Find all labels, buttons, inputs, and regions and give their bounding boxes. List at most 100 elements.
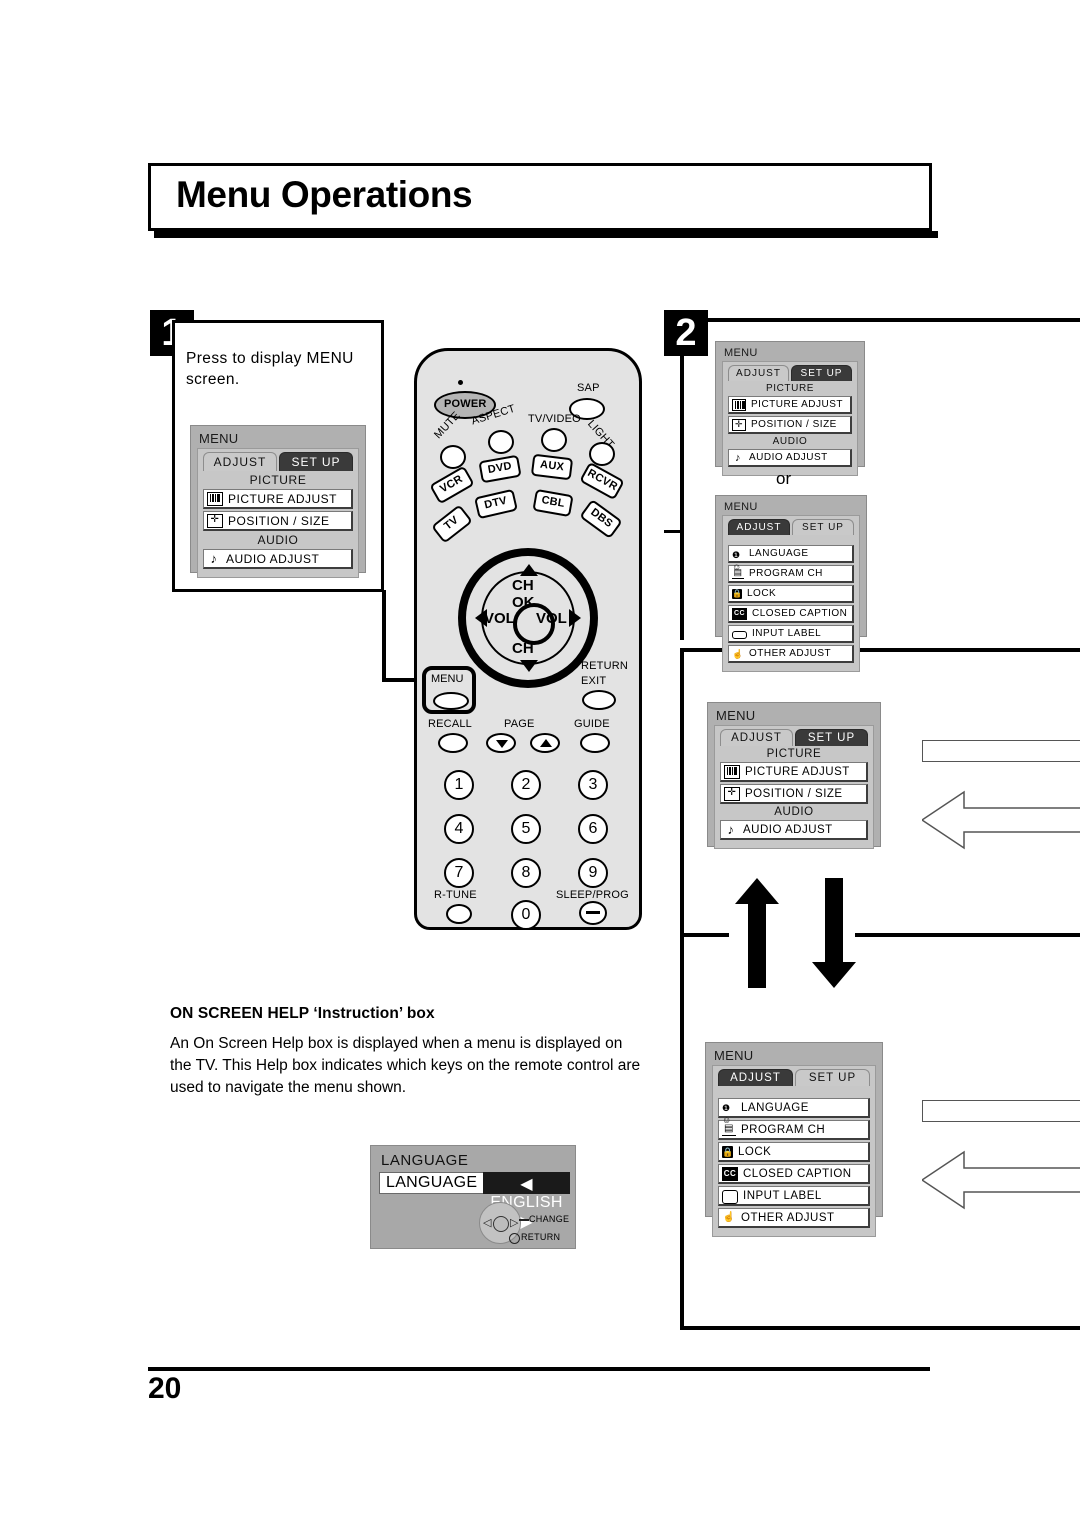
language-value[interactable]: ◀ ENGLISH ▶: [483, 1172, 570, 1231]
menu-item-label: POSITION / SIZE: [745, 787, 843, 800]
tab-adjust[interactable]: ADJUST: [728, 365, 789, 381]
return-exit-button[interactable]: [582, 690, 616, 710]
menu-item-label: OTHER ADJUST: [749, 648, 832, 659]
language-box-title: LANGUAGE: [381, 1152, 469, 1169]
step2-branch-tick: [664, 530, 684, 533]
page-title: Menu Operations: [176, 174, 473, 215]
osd-inner: ADJUST SET UP ❶☺ LANGUAGE ▤ PROGRAM CH 🔒…: [712, 1065, 876, 1237]
guide-label: GUIDE: [574, 718, 610, 730]
menu-item-picture-adjust[interactable]: PICTURE ADJUST: [728, 396, 852, 414]
numpad-4[interactable]: 4: [444, 814, 474, 844]
menu-item-position-size[interactable]: ✛ POSITION / SIZE: [203, 511, 353, 531]
menu-item-position-size[interactable]: ✛ POSITION / SIZE: [728, 416, 852, 434]
tab-setup[interactable]: SET UP: [795, 1069, 870, 1086]
menu-button[interactable]: MENU: [422, 666, 476, 714]
osd-menu-adjust-step2-a: MENU ADJUST SET UP PICTURE PICTURE ADJUS…: [715, 341, 865, 476]
music-note-icon: ♪: [727, 821, 735, 837]
aspect-button[interactable]: [488, 430, 514, 454]
nav-up-arrow-icon[interactable]: [520, 564, 538, 576]
r-tune-button[interactable]: [446, 904, 472, 924]
menu-item-program-ch[interactable]: ▤ PROGRAM CH: [718, 1120, 870, 1140]
tab-setup[interactable]: SET UP: [795, 729, 868, 746]
menu-button-label: MENU: [431, 673, 464, 685]
menu-button-cap: [433, 692, 469, 710]
tab-setup[interactable]: SET UP: [279, 452, 353, 471]
hand-pointer-icon: ☝: [732, 648, 744, 659]
menu-item-picture-adjust[interactable]: PICTURE ADJUST: [720, 762, 868, 782]
tv-video-button[interactable]: [541, 428, 567, 452]
guide-button[interactable]: [580, 733, 610, 753]
dpad-center-icon: [493, 1216, 509, 1232]
language-setting-row[interactable]: LANGUAGE ◀ ENGLISH ▶: [379, 1172, 570, 1231]
numpad-7[interactable]: 7: [444, 858, 474, 888]
numpad-6[interactable]: 6: [578, 814, 608, 844]
numpad-5[interactable]: 5: [511, 814, 541, 844]
osd-tabs: ADJUST SET UP: [720, 729, 868, 746]
tv-video-label: TV/VIDEO: [528, 413, 581, 425]
nav-right-arrow-icon[interactable]: [569, 609, 581, 627]
input-label-icon: [732, 631, 747, 639]
osd-menu-adjust-step1: MENU ADJUST SET UP PICTURE PICTURE ADJUS…: [190, 425, 366, 578]
lock-icon: 🔒: [732, 588, 743, 599]
tab-setup[interactable]: SET UP: [791, 365, 852, 381]
picture-bars-icon: [724, 764, 740, 779]
tab-adjust[interactable]: ADJUST: [718, 1069, 793, 1086]
menu-item-label: CLOSED CAPTION: [752, 608, 848, 619]
menu-item-label: AUDIO ADJUST: [749, 452, 828, 463]
picture-bars-icon: [207, 491, 223, 506]
input-label-icon: [722, 1189, 738, 1204]
program-ch-icon: ▤: [722, 1123, 736, 1136]
help-change-connector: [519, 1219, 529, 1221]
language-help-box: LANGUAGE LANGUAGE ◀ ENGLISH ▶ ◁ ▷ CHANGE…: [370, 1145, 576, 1249]
recall-button[interactable]: [438, 733, 468, 753]
numpad-0[interactable]: 0: [511, 900, 541, 930]
down-arrow-icon: [812, 878, 856, 988]
menu-item-label: AUDIO ADJUST: [226, 551, 320, 566]
numpad-9[interactable]: 9: [578, 858, 608, 888]
menu-item-closed-caption[interactable]: CC CLOSED CAPTION: [728, 605, 854, 623]
section-heading-picture: PICTURE: [766, 748, 822, 760]
or-separator-label: or: [776, 469, 792, 488]
menu-item-other-adjust[interactable]: ☝ OTHER ADJUST: [728, 645, 854, 663]
menu-item-other-adjust[interactable]: ☝ OTHER ADJUST: [718, 1208, 870, 1228]
menu-item-position-size[interactable]: ✛ POSITION / SIZE: [720, 784, 868, 804]
help-return-label: RETURN: [521, 1232, 561, 1242]
menu-item-program-ch[interactable]: ▤ PROGRAM CH: [728, 565, 854, 583]
nav-down-arrow-icon[interactable]: [520, 660, 538, 672]
menu-item-language[interactable]: ❶☺ LANGUAGE: [728, 545, 854, 572]
numpad-1[interactable]: 1: [444, 770, 474, 800]
step2-branch-left-stub: [684, 933, 729, 937]
hand-pointer-icon: ☝: [722, 1211, 736, 1223]
power-label: POWER: [444, 398, 487, 410]
tab-setup[interactable]: SET UP: [792, 519, 854, 535]
language-left-arrow-icon[interactable]: ◀: [520, 1176, 533, 1193]
menu-item-language[interactable]: ❶☺ LANGUAGE: [718, 1098, 870, 1125]
connector-step1-vertical: [382, 590, 386, 682]
light-button[interactable]: [589, 442, 615, 466]
tab-adjust[interactable]: ADJUST: [720, 729, 793, 746]
device-key-aux[interactable]: AUX: [530, 453, 574, 481]
mute-button[interactable]: [440, 445, 466, 469]
menu-item-audio-adjust[interactable]: ♪ AUDIO ADJUST: [720, 820, 868, 840]
menu-item-audio-adjust[interactable]: ♪ AUDIO ADJUST: [203, 549, 353, 569]
navigation-ring[interactable]: CH OK VOL VOL CH: [458, 548, 598, 688]
numpad-3[interactable]: 3: [578, 770, 608, 800]
menu-item-picture-adjust[interactable]: PICTURE ADJUST: [203, 489, 353, 509]
menu-item-lock[interactable]: 🔒 LOCK: [728, 585, 854, 603]
osd-title: MENU: [714, 1048, 754, 1063]
nav-vol-right-label: VOL: [536, 610, 567, 627]
menu-item-closed-caption[interactable]: CC CLOSED CAPTION: [718, 1164, 870, 1184]
numpad-8[interactable]: 8: [511, 858, 541, 888]
footer-rule: [148, 1367, 930, 1371]
menu-item-input-label[interactable]: INPUT LABEL: [728, 625, 854, 643]
sleep-prog-label: SLEEP/PROG: [556, 889, 629, 901]
numpad-2[interactable]: 2: [511, 770, 541, 800]
menu-item-lock[interactable]: 🔒 LOCK: [718, 1142, 870, 1162]
tab-adjust[interactable]: ADJUST: [203, 452, 277, 471]
tab-adjust[interactable]: ADJUST: [728, 519, 790, 535]
menu-item-audio-adjust[interactable]: ♪ AUDIO ADJUST: [728, 449, 852, 467]
language-globe-icon: ❶☺: [732, 549, 741, 572]
return-label: RETURN: [581, 660, 629, 672]
menu-item-input-label[interactable]: INPUT LABEL: [718, 1186, 870, 1206]
